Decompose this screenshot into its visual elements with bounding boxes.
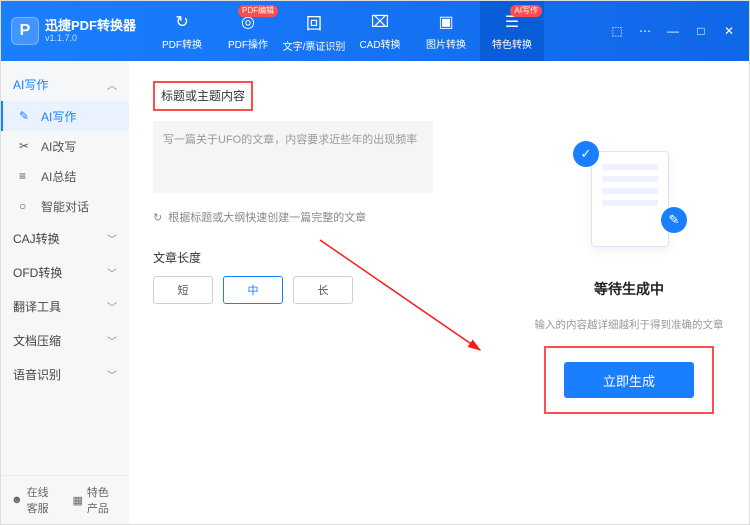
- featured-products-link[interactable]: ▦特色产品: [72, 484, 119, 516]
- side-group-caj[interactable]: CAJ转换 ﹀: [1, 221, 129, 255]
- sidebar-item-label: AI改写: [41, 138, 76, 155]
- side-group-label: CAJ转换: [13, 230, 60, 247]
- nav-ocr[interactable]: 回 文字/票证识别: [282, 1, 346, 61]
- nav-label: 特色转换: [492, 36, 532, 51]
- nav-label: 文字/票证识别: [283, 38, 346, 53]
- app-version: v1.1.7.0: [45, 33, 136, 43]
- chevron-up-icon: ︿: [107, 77, 117, 92]
- chevron-down-icon: ﹀: [107, 231, 117, 246]
- sidebar-item-label: 智能对话: [41, 198, 89, 215]
- side-group-label: 语音识别: [13, 366, 61, 383]
- length-options: 短 中 长: [153, 276, 485, 304]
- title-label-box: 标题或主题内容: [153, 81, 253, 111]
- generate-highlight-box: 立即生成: [544, 346, 714, 414]
- chevron-down-icon: ﹀: [107, 265, 117, 280]
- sidebar-item-label: AI总结: [41, 168, 76, 185]
- pencil-icon: ✎: [19, 109, 33, 123]
- pen-icon: ✎: [661, 207, 687, 233]
- length-short[interactable]: 短: [153, 276, 213, 304]
- refresh-icon: ↻: [175, 12, 188, 32]
- wait-subtitle: 输入的内容越详细越利于得到准确的文章: [535, 317, 724, 332]
- chevron-down-icon: ﹀: [107, 299, 117, 314]
- minimize-button[interactable]: —: [663, 21, 683, 41]
- check-icon: ✓: [573, 141, 599, 167]
- grid-icon: ▦: [72, 494, 82, 507]
- side-group-ofd[interactable]: OFD转换 ﹀: [1, 255, 129, 289]
- nav-label: CAD转换: [359, 36, 400, 51]
- side-group-label: 翻译工具: [13, 298, 61, 315]
- nav-pdf-convert[interactable]: ↻ PDF转换: [150, 1, 214, 61]
- side-group-translate[interactable]: 翻译工具 ﹀: [1, 289, 129, 323]
- nav-cad[interactable]: ⌧ CAD转换: [348, 1, 412, 61]
- editor-pane: 标题或主题内容 写一篇关于UFO的文章，内容要求近些年的出现频率 ↻ 根据标题或…: [129, 61, 509, 524]
- side-group-compress[interactable]: 文档压缩 ﹀: [1, 323, 129, 357]
- nav-badge: PDF编辑: [238, 5, 278, 17]
- title-input[interactable]: 写一篇关于UFO的文章，内容要求近些年的出现频率: [153, 121, 433, 193]
- topnav: ↻ PDF转换 PDF编辑 ◎ PDF操作 回 文字/票证识别 ⌧ CAD转换 …: [150, 1, 544, 61]
- generate-button[interactable]: 立即生成: [564, 362, 694, 398]
- nav-image[interactable]: ▣ 图片转换: [414, 1, 478, 61]
- nav-special[interactable]: AI写作 ☰ 特色转换: [480, 1, 544, 61]
- close-button[interactable]: ✕: [719, 21, 739, 41]
- cad-icon: ⌧: [371, 12, 389, 32]
- sidebar: AI写作 ︿ ✎ AI写作 ✂ AI改写 ≡ AI总结 ○ 智能对话 CAJ转换…: [1, 61, 129, 524]
- wait-title: 等待生成中: [594, 279, 664, 299]
- list-icon: ≡: [19, 169, 33, 183]
- app-logo: P 迅捷PDF转换器 v1.1.7.0: [11, 17, 136, 45]
- nav-label: PDF操作: [228, 36, 268, 51]
- nav-pdf-ops[interactable]: PDF编辑 ◎ PDF操作: [216, 1, 280, 61]
- chevron-down-icon: ﹀: [107, 367, 117, 382]
- sidebar-item-ai-rewrite[interactable]: ✂ AI改写: [1, 131, 129, 161]
- title-label: 标题或主题内容: [161, 89, 245, 103]
- nav-badge: AI写作: [510, 5, 542, 17]
- preview-pane: ✓ ✎ 等待生成中 输入的内容越详细越利于得到准确的文章 立即生成: [509, 61, 749, 524]
- maximize-button[interactable]: □: [691, 21, 711, 41]
- scan-icon: 回: [306, 10, 322, 34]
- side-group-label: OFD转换: [13, 264, 62, 281]
- headset-icon: ☻: [11, 494, 23, 506]
- title-input-placeholder: 写一篇关于UFO的文章，内容要求近些年的出现频率: [163, 134, 417, 146]
- waiting-illustration: ✓ ✎: [569, 141, 689, 261]
- app-title: 迅捷PDF转换器: [45, 19, 136, 33]
- sidebar-footer: ☻在线客服 ▦特色产品: [1, 475, 129, 524]
- online-service-link[interactable]: ☻在线客服: [11, 484, 58, 516]
- side-group-label: AI写作: [13, 76, 48, 93]
- length-label: 文章长度: [153, 249, 485, 266]
- side-group-label: 文档压缩: [13, 332, 61, 349]
- logo-mark-icon: P: [11, 17, 39, 45]
- chevron-down-icon: ﹀: [107, 333, 117, 348]
- window-controls: ⬚ ⋯ — □ ✕: [607, 21, 739, 41]
- nav-label: PDF转换: [162, 36, 202, 51]
- image-icon: ▣: [438, 12, 453, 32]
- menu-dots-icon[interactable]: ⋯: [635, 21, 655, 41]
- chat-icon: ○: [19, 199, 33, 213]
- skin-icon[interactable]: ⬚: [607, 21, 627, 41]
- length-long[interactable]: 长: [293, 276, 353, 304]
- sidebar-item-ai-summary[interactable]: ≡ AI总结: [1, 161, 129, 191]
- sidebar-item-ai-chat[interactable]: ○ 智能对话: [1, 191, 129, 221]
- scissors-icon: ✂: [19, 139, 33, 153]
- nav-label: 图片转换: [426, 36, 466, 51]
- side-group-ai[interactable]: AI写作 ︿: [1, 67, 129, 101]
- sidebar-item-ai-write[interactable]: ✎ AI写作: [1, 101, 129, 131]
- topbar: P 迅捷PDF转换器 v1.1.7.0 ↻ PDF转换 PDF编辑 ◎ PDF操…: [1, 1, 749, 61]
- sidebar-item-label: AI写作: [41, 108, 76, 125]
- hint-row: ↻ 根据标题或大纲快速创建一篇完整的文章: [153, 209, 485, 225]
- hint-text: 根据标题或大纲快速创建一篇完整的文章: [168, 209, 366, 225]
- side-group-voice[interactable]: 语音识别 ﹀: [1, 357, 129, 391]
- length-medium[interactable]: 中: [223, 276, 283, 304]
- refresh-icon: ↻: [153, 211, 162, 224]
